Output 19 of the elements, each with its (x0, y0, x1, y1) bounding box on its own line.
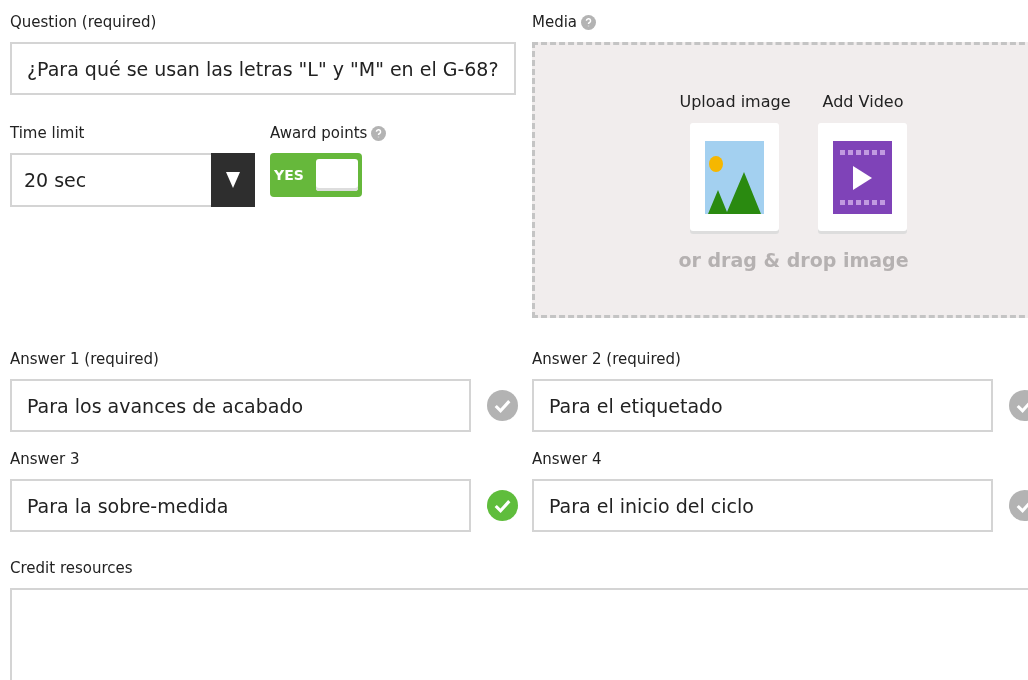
question-input[interactable]: ¿Para qué se usan las letras "L" y "M" en el G-68? (10, 42, 516, 95)
add-video-label: Add Video (822, 92, 904, 111)
field-label: Credit resources (10, 559, 133, 577)
field-label: Answer 4 (532, 450, 602, 468)
field-label: Media (532, 13, 578, 31)
upload-image-label: Upload image (679, 92, 791, 111)
answer-input[interactable]: Para el inicio del ciclo (532, 479, 993, 532)
field-label: Answer 1 (required) (10, 350, 159, 368)
field-label: Award points (270, 124, 368, 142)
field-label: Question (required) (10, 13, 157, 31)
field-label: Time limit (10, 124, 85, 142)
field-label: Answer 2 (required) (532, 350, 681, 368)
field-label: Answer 3 (10, 450, 80, 468)
answer-input[interactable]: Para el etiquetado (532, 379, 993, 432)
answer-input[interactable]: Para la sobre-medida (10, 479, 471, 532)
drag-drop-hint: or drag & drop image (678, 249, 909, 271)
time-limit-dropdown[interactable]: 20 sec (10, 153, 255, 207)
answer-input[interactable]: Para los avances de acabado (10, 379, 471, 432)
media-drop-zone[interactable]: Upload image Add Video or drag & drop image (532, 42, 1028, 318)
